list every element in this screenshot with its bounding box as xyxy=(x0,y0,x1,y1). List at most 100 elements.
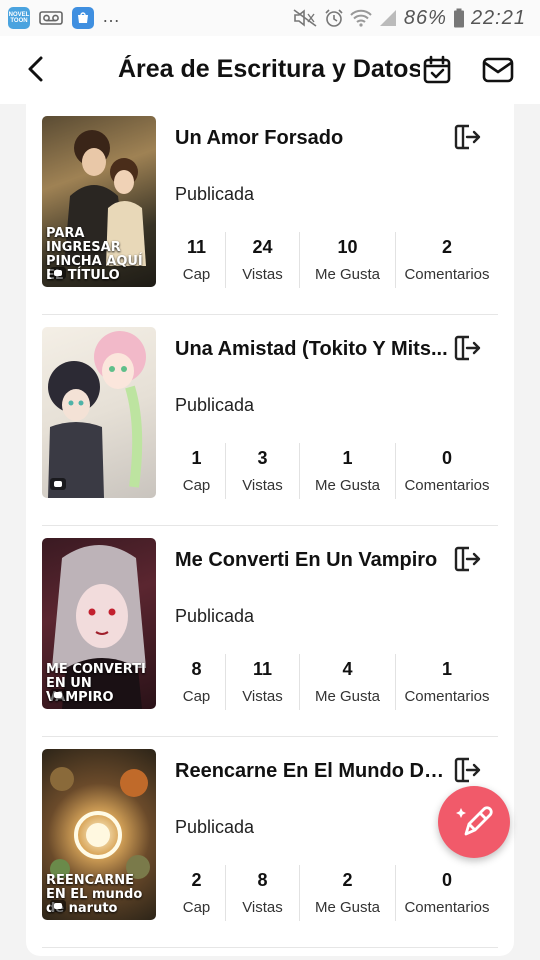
book-status: Publicada xyxy=(175,184,255,204)
book-stats: 1 Cap 3 Vistas 1 Me Gusta 0 Comentarios xyxy=(168,443,498,499)
stat-label: Cap xyxy=(182,899,211,916)
stat-value: 10 xyxy=(337,237,358,257)
app-header: Área de Escritura y Datos xyxy=(0,36,540,104)
stat-value: 8 xyxy=(257,870,268,890)
book-card[interactable]: ME CONVERTI EN UN VAMPIRO Me Converti En… xyxy=(42,526,498,737)
calendar-button[interactable] xyxy=(420,54,454,86)
stat-likes: 1 Me Gusta xyxy=(300,443,396,499)
stat-comments: 2 Comentarios xyxy=(396,232,498,288)
stat-value: 0 xyxy=(441,870,452,890)
book-status: Publicada xyxy=(175,606,255,626)
stat-label: Comentarios xyxy=(404,477,490,494)
stat-value: 1 xyxy=(441,659,452,679)
stat-label: Cap xyxy=(182,477,211,494)
stat-label: Me Gusta xyxy=(314,266,381,283)
stat-value: 2 xyxy=(191,870,202,890)
chevron-left-icon xyxy=(28,56,43,82)
book-stats: 8 Cap 11 Vistas 4 Me Gusta 1 Comentarios xyxy=(168,654,498,710)
book-stats: 2 Cap 8 Vistas 2 Me Gusta 0 Comentarios xyxy=(168,865,498,921)
stat-comments: 1 Comentarios xyxy=(396,654,498,710)
pencil-sparkle-icon xyxy=(456,806,493,836)
book-stats: 11 Cap 24 Vistas 10 Me Gusta 2 Comentarios xyxy=(168,232,498,288)
signal-icon xyxy=(378,8,398,28)
book-cover[interactable] xyxy=(42,327,156,498)
stat-chapters: 8 Cap xyxy=(168,654,226,710)
status-bar: NOVEL TOON … 86% 22:21 xyxy=(0,0,540,36)
alarm-icon xyxy=(324,8,344,28)
stat-value: 11 xyxy=(186,237,207,257)
mute-icon xyxy=(292,8,318,28)
book-card[interactable]: PARA INGRESAR PINCHA AQUÍ EL TÍTULO Un A… xyxy=(42,104,498,315)
battery-percent: 86% xyxy=(403,6,447,29)
stat-label: Comentarios xyxy=(404,688,490,705)
exit-button[interactable] xyxy=(450,331,484,365)
stat-chapters: 11 Cap xyxy=(168,232,226,288)
stat-likes: 4 Me Gusta xyxy=(300,654,396,710)
stat-comments: 0 Comentarios xyxy=(396,443,498,499)
more-notifications-icon: … xyxy=(102,5,121,26)
store-app-icon xyxy=(72,7,94,29)
book-title[interactable]: Reencarne En El Mundo De ... xyxy=(175,760,451,783)
book-card[interactable]: REENCARNE EN EL mundo de naruto Reencarn… xyxy=(42,737,498,948)
stat-label: Comentarios xyxy=(404,899,490,916)
exit-button[interactable] xyxy=(450,542,484,576)
comment-bubble-icon xyxy=(50,478,66,490)
write-button[interactable] xyxy=(438,786,510,858)
page-title: Área de Escritura y Datos xyxy=(118,55,423,83)
stat-value: 1 xyxy=(342,448,353,468)
exit-button[interactable] xyxy=(450,753,484,787)
stat-comments: 0 Comentarios xyxy=(396,865,498,921)
stat-views: 11 Vistas xyxy=(226,654,300,710)
stat-value: 1 xyxy=(191,448,202,468)
calendar-check-icon xyxy=(423,55,451,84)
stat-label: Vistas xyxy=(242,899,283,916)
book-status: Publicada xyxy=(175,817,255,837)
book-title[interactable]: Un Amor Forsado xyxy=(175,127,451,150)
stat-value: 24 xyxy=(252,237,273,257)
stat-label: Cap xyxy=(182,266,211,283)
book-card[interactable]: Una Amistad (Tokito Y Mits... Publicada … xyxy=(42,315,498,526)
stat-label: Vistas xyxy=(242,477,283,494)
comment-bubble-icon xyxy=(50,267,66,279)
stat-likes: 10 Me Gusta xyxy=(300,232,396,288)
exit-door-icon xyxy=(454,546,481,572)
mail-button[interactable] xyxy=(480,54,516,86)
back-button[interactable] xyxy=(20,54,50,84)
voicemail-icon xyxy=(38,7,64,29)
stat-chapters: 2 Cap xyxy=(168,865,226,921)
exit-door-icon xyxy=(454,335,481,361)
stat-label: Me Gusta xyxy=(314,688,381,705)
stat-label: Me Gusta xyxy=(314,899,381,916)
exit-button[interactable] xyxy=(450,120,484,154)
book-cover[interactable]: PARA INGRESAR PINCHA AQUÍ EL TÍTULO xyxy=(42,116,156,287)
stat-value: 0 xyxy=(441,448,452,468)
book-title[interactable]: Una Amistad (Tokito Y Mits... xyxy=(175,338,451,361)
stat-value: 11 xyxy=(252,659,273,679)
novel-toon-app-icon: NOVEL TOON xyxy=(8,7,30,29)
stat-label: Comentarios xyxy=(404,266,490,283)
book-status: Publicada xyxy=(175,395,255,415)
stat-views: 8 Vistas xyxy=(226,865,300,921)
stat-likes: 2 Me Gusta xyxy=(300,865,396,921)
mail-icon xyxy=(482,57,514,83)
book-cover[interactable]: ME CONVERTI EN UN VAMPIRO xyxy=(42,538,156,709)
stat-label: Me Gusta xyxy=(314,477,381,494)
comment-bubble-icon xyxy=(50,689,66,701)
book-title[interactable]: Me Converti En Un Vampiro xyxy=(175,549,451,572)
exit-door-icon xyxy=(454,757,481,783)
stat-views: 24 Vistas xyxy=(226,232,300,288)
stat-value: 8 xyxy=(191,659,202,679)
stat-value: 4 xyxy=(342,659,353,679)
stat-label: Vistas xyxy=(242,266,283,283)
battery-icon xyxy=(453,8,465,28)
book-cover[interactable]: REENCARNE EN EL mundo de naruto xyxy=(42,749,156,920)
wifi-icon xyxy=(350,8,372,28)
stat-label: Vistas xyxy=(242,688,283,705)
clock: 22:21 xyxy=(470,6,526,29)
stat-value: 2 xyxy=(342,870,353,890)
stat-views: 3 Vistas xyxy=(226,443,300,499)
stat-value: 2 xyxy=(441,237,452,257)
comment-bubble-icon xyxy=(50,900,66,912)
stat-chapters: 1 Cap xyxy=(168,443,226,499)
stat-value: 3 xyxy=(257,448,268,468)
